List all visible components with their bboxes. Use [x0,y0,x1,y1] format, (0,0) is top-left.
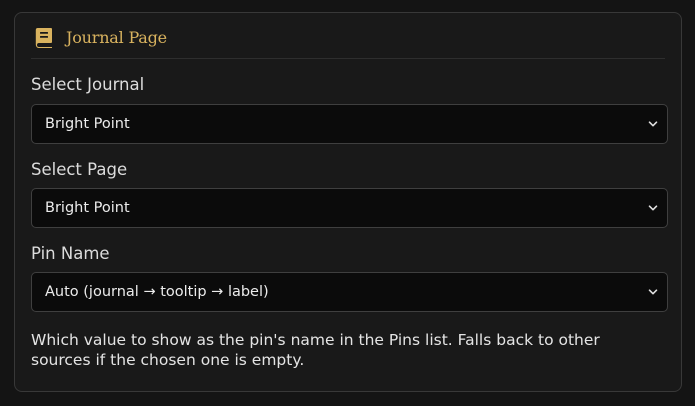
chevron-down-icon [648,205,658,211]
panel-header: Journal Page [15,13,681,59]
select-page-label: Select Page [31,160,128,179]
pin-name-label: Pin Name [31,244,110,263]
select-page-value: Bright Point [45,200,130,216]
select-journal-dropdown[interactable]: Bright Point [31,104,668,144]
chevron-down-icon [648,121,658,127]
pin-name-dropdown[interactable]: Auto (journal → tooltip → label) [31,272,668,312]
select-journal-value: Bright Point [45,116,130,132]
journal-page-panel: Journal Page Select Journal Bright Point… [14,12,682,392]
book-icon [35,28,52,48]
panel-title: Journal Page [66,28,167,47]
select-journal-label: Select Journal [31,75,145,94]
pin-name-value: Auto (journal → tooltip → label) [45,284,269,300]
select-page-dropdown[interactable]: Bright Point [31,188,668,228]
chevron-down-icon [648,289,658,295]
pin-name-help-text: Which value to show as the pin's name in… [31,331,600,369]
header-divider [31,58,665,59]
